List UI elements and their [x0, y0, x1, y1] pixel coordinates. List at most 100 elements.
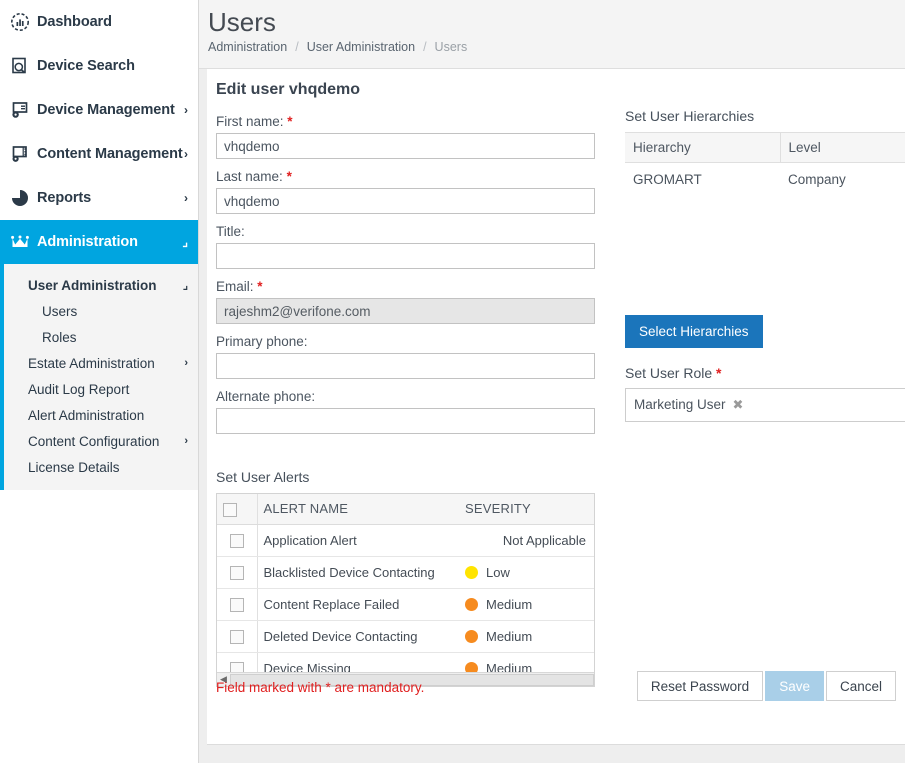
alert-name-cell: Blacklisted Device Contacting — [257, 556, 459, 589]
page-header: Users Administration / User Administrati… — [199, 0, 905, 69]
column-header-alert-name: ALERT NAME — [257, 494, 459, 525]
sidebar-item-label: Roles — [42, 329, 77, 345]
user-role-tag-label: Marketing User — [634, 397, 726, 412]
content-panel: Edit user vhqdemo First name: * Last nam… — [207, 69, 905, 745]
first-name-input[interactable] — [216, 133, 595, 159]
row-select-cell — [217, 620, 258, 653]
required-asterisk: * — [257, 279, 263, 294]
hierarchy-role-section: Set User Hierarchies Hierarchy Level GRO… — [625, 108, 905, 422]
sidebar-item-roles[interactable]: Roles — [4, 324, 198, 350]
alert-name-cell: Content Replace Failed — [257, 588, 459, 621]
sidebar-item-users[interactable]: Users — [4, 298, 198, 324]
last-name-input[interactable] — [216, 188, 595, 214]
breadcrumb: Administration / User Administration / U… — [208, 40, 905, 54]
save-button[interactable]: Save — [765, 671, 824, 701]
sidebar-item-reports[interactable]: Reports › — [0, 176, 198, 220]
alert-name-cell: Application Alert — [257, 524, 459, 557]
remove-role-icon[interactable]: ✖ — [733, 397, 744, 413]
sidebar-item-estate-administration[interactable]: Estate Administration › — [4, 350, 198, 376]
sidebar-item-dashboard[interactable]: Dashboard — [0, 0, 198, 44]
row-checkbox[interactable] — [229, 565, 244, 580]
user-alerts-title: Set User Alerts — [216, 469, 310, 485]
sidebar-item-user-administration[interactable]: User Administration ⌟ — [4, 272, 198, 298]
row-select-cell — [217, 556, 258, 589]
sidebar-item-label: Reports — [37, 190, 92, 206]
chevron-right-icon: › — [184, 147, 188, 161]
breadcrumb-separator: / — [423, 40, 427, 54]
dashboard-gauge-icon — [9, 11, 31, 33]
table-header-row: ALERT NAME SEVERITY — [217, 494, 594, 525]
title-label: Title: — [216, 224, 245, 239]
chevron-right-icon: › — [184, 357, 188, 369]
sidebar-item-label: Estate Administration — [28, 355, 155, 371]
sidebar-item-device-management[interactable]: Device Management › — [0, 88, 198, 132]
sidebar-item-label: Device Search — [37, 58, 135, 74]
table-row: GROMART Company — [625, 163, 905, 197]
sidebar-item-label: Administration — [37, 234, 138, 250]
email-input — [216, 298, 595, 324]
sidebar-item-administration[interactable]: Administration ⌟ — [0, 220, 198, 264]
alert-severity-cell: Low — [459, 556, 594, 589]
user-alerts-section: Set User Alerts ALERT NAME SEVERITY Appl… — [216, 469, 602, 687]
user-detail-form: First name: * Last name: * Title: — [216, 114, 602, 444]
alert-severity-cell: Not Applicable — [459, 524, 594, 557]
column-header-level: Level — [780, 132, 905, 163]
sidebar-item-alert-administration[interactable]: Alert Administration — [4, 402, 198, 428]
sidebar-item-label: User Administration — [28, 277, 157, 293]
primary-phone-input[interactable] — [216, 353, 595, 379]
alert-severity-cell: Medium — [459, 588, 594, 621]
severity-label: Medium — [486, 628, 533, 644]
title-input[interactable] — [216, 243, 595, 269]
sidebar-item-label: Content Configuration — [28, 433, 160, 449]
row-checkbox[interactable] — [229, 597, 244, 612]
pie-chart-icon — [9, 187, 31, 209]
cancel-button[interactable]: Cancel — [825, 671, 896, 701]
row-checkbox[interactable] — [229, 629, 244, 644]
alternate-phone-field-group: Alternate phone: — [216, 389, 602, 434]
table-row[interactable]: Deleted Device Contacting Medium — [217, 620, 594, 653]
sidebar-item-label: License Details — [28, 459, 120, 475]
select-hierarchies-button[interactable]: Select Hierarchies — [625, 314, 763, 348]
severity-label: Not Applicable — [502, 532, 586, 548]
sidebar-item-audit-log-report[interactable]: Audit Log Report — [4, 376, 198, 402]
user-alerts-table-container: ALERT NAME SEVERITY Application Alert No… — [216, 493, 595, 687]
hierarchies-title: Set User Hierarchies — [625, 108, 755, 124]
device-search-icon — [9, 55, 31, 77]
form-section-title: Edit user vhqdemo — [216, 81, 361, 98]
table-row[interactable]: Application Alert Not Applicable — [217, 524, 594, 557]
sidebar-item-content-configuration[interactable]: Content Configuration › — [4, 428, 198, 454]
first-name-label: First name: * — [216, 114, 293, 129]
table-row[interactable]: Content Replace Failed Medium — [217, 588, 594, 621]
table-row[interactable]: Blacklisted Device Contacting Low — [217, 556, 594, 589]
crown-icon — [9, 231, 31, 253]
email-label: Email: * — [216, 279, 263, 294]
chevron-expanded-icon: ⌟ — [182, 279, 188, 292]
reset-password-button[interactable]: Reset Password — [636, 671, 764, 701]
sidebar-item-content-management[interactable]: Content Management › — [0, 132, 198, 176]
severity-label: Medium — [486, 596, 533, 612]
user-role-select[interactable]: Marketing User ✖ — [625, 387, 905, 422]
sidebar-item-label: Users — [42, 303, 78, 319]
severity-dot-icon — [465, 629, 478, 643]
sidebar-item-label: Content Management — [37, 146, 183, 162]
select-all-checkbox[interactable] — [223, 502, 237, 517]
row-select-cell — [217, 588, 258, 621]
row-select-cell — [217, 524, 258, 557]
breadcrumb-item-administration[interactable]: Administration — [208, 40, 287, 54]
required-asterisk: * — [716, 364, 722, 381]
last-name-field-group: Last name: * — [216, 169, 602, 214]
chevron-right-icon: › — [184, 435, 188, 447]
email-field-group: Email: * — [216, 279, 602, 324]
alternate-phone-input[interactable] — [216, 408, 595, 434]
breadcrumb-item-user-administration[interactable]: User Administration — [307, 40, 415, 54]
required-asterisk: * — [286, 169, 292, 184]
breadcrumb-item-users: Users — [434, 40, 468, 54]
column-header-severity: SEVERITY — [459, 494, 594, 525]
user-role-label: Set User Role * — [625, 364, 722, 381]
severity-dot-icon — [465, 597, 478, 611]
sidebar-item-device-search[interactable]: Device Search — [0, 44, 198, 88]
row-checkbox[interactable] — [229, 533, 244, 548]
sidebar-item-license-details[interactable]: License Details — [4, 454, 198, 480]
application-window: Dashboard Device Search Device Managemen… — [0, 0, 905, 763]
sidebar-item-label: Alert Administration — [28, 407, 145, 423]
